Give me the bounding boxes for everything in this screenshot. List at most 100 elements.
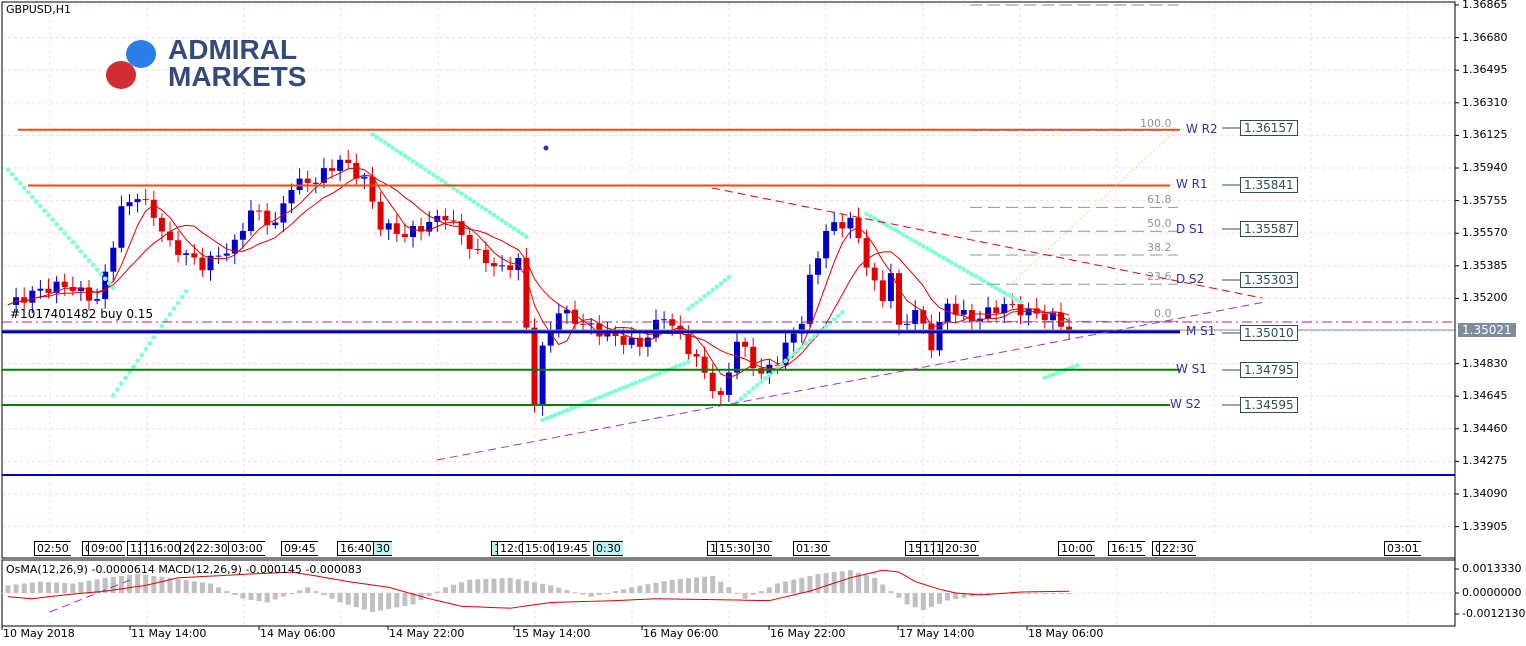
candle-body [580,323,587,325]
parabolic-sar-dot [779,362,784,367]
parabolic-sar-dot [682,361,687,366]
parabolic-sar-dot [957,264,963,270]
logo-text-2: MARKETS [168,61,307,92]
osma-bar [937,593,942,604]
parabolic-sar-dot [21,185,27,191]
parabolic-sar-dot [803,341,809,346]
parabolic-sar-dot [552,412,558,418]
parabolic-sar-dot [896,230,902,235]
fib-label: 100.0 [1140,116,1172,130]
fib-trend-line [1009,127,1179,286]
parabolic-sar-dot [831,317,837,322]
parabolic-sar-dot [402,153,408,159]
osma-bar [434,591,440,593]
candle-body [329,168,335,171]
candle-body [1009,304,1016,306]
fib-label: 61.8 [1147,193,1172,207]
level-label: M S1 [1186,323,1216,338]
candle-body [1058,312,1064,327]
candle-body [896,273,902,325]
candle-body [806,274,813,324]
parabolic-sar-dot [625,383,630,389]
osma-bar [718,581,724,593]
parabolic-sar-dot [864,211,869,217]
candle-body [158,217,165,232]
osma-bar [402,593,408,606]
time-label: 03:00 [228,541,265,556]
parabolic-sar-dot [763,375,768,381]
parabolic-sar-dot [398,151,404,156]
parabolic-sar-dot [520,231,525,237]
time-label: 16:00 [146,541,183,556]
osma-bar [815,574,821,593]
osma-bar [661,581,667,593]
price-tick-label: 1.34460 [1462,421,1508,435]
parabolic-sar-dot [649,374,655,379]
fib-label: 23.6 [1147,270,1172,284]
time-label: 16:15 [1108,541,1145,556]
candle-body [134,199,141,203]
parabolic-sar-dot [119,381,124,387]
osc-axis-label: -0.0012130 [1462,607,1526,620]
osma-bar [224,591,230,593]
parabolic-sar-dot [892,227,898,233]
parabolic-sar-dot [50,217,55,223]
parabolic-sar-dot [653,372,659,378]
candle-body [1041,313,1048,321]
parabolic-sar-dot [900,232,906,237]
price-tick-label: 1.35940 [1462,161,1508,174]
parabolic-sar-dot [568,406,574,411]
osma-bar [459,582,465,593]
time-label: 03:01 [1384,541,1421,556]
parabolic-sar-dot [690,303,695,309]
parabolic-sar-dot [823,324,829,329]
date-label: 17 May 14:00 [899,627,975,640]
parabolic-sar-dot [131,364,136,369]
parabolic-sar-dot [787,355,792,360]
parabolic-sar-dot [584,399,590,405]
parabolic-sar-dot [467,196,473,202]
osma-bar [297,590,303,593]
price-tick-label: 1.34275 [1462,454,1508,468]
order-label: #1017401482 buy 0.15 [10,307,154,321]
parabolic-sar-dot [495,215,501,221]
parabolic-sar-dot [463,194,468,199]
parabolic-sar-dot [588,398,594,403]
candle-body [223,253,230,256]
time-label: 30 [753,541,772,556]
osma-bar [329,593,335,599]
candle-body [725,372,732,395]
parabolic-sar-dot [62,231,67,236]
parabolic-sar-dot [884,223,890,228]
osma-bar [345,593,351,605]
parabolic-sar-dot [937,253,942,258]
chart-window[interactable]: GBPUSD,H1 ADMIRAL MARKETS #1017401482 bu… [0,0,1526,646]
osma-bar [216,587,222,593]
price-tick-label: 1.36310 [1462,95,1508,109]
osma-bar [337,593,343,603]
osma-bar [62,583,68,593]
parabolic-sar-dot [42,208,47,213]
parabolic-sar-dot [1006,292,1011,298]
candle-body [879,280,886,302]
parabolic-sar-dot [941,255,946,261]
osma-bar [491,578,497,593]
osma-bar [750,593,756,595]
parabolic-sar-dot [426,169,432,175]
candle-body [401,233,408,238]
parabolic-sar-dot [929,248,934,254]
level-label: W S2 [1170,397,1201,411]
osma-bar [70,583,76,593]
osma-bar [588,593,594,597]
candle-body [345,159,352,163]
parabolic-sar-dot [183,289,189,294]
osma-bar [791,579,797,593]
candle-body [296,178,303,190]
osma-bar [232,593,238,595]
level-value-box: 1.36157 [1240,120,1298,136]
osma-bar [86,580,92,593]
osma-bar [912,593,918,608]
parabolic-sar-dot [799,344,805,350]
price-tick-label: 1.34830 [1462,356,1508,370]
osma-bar [159,576,165,593]
